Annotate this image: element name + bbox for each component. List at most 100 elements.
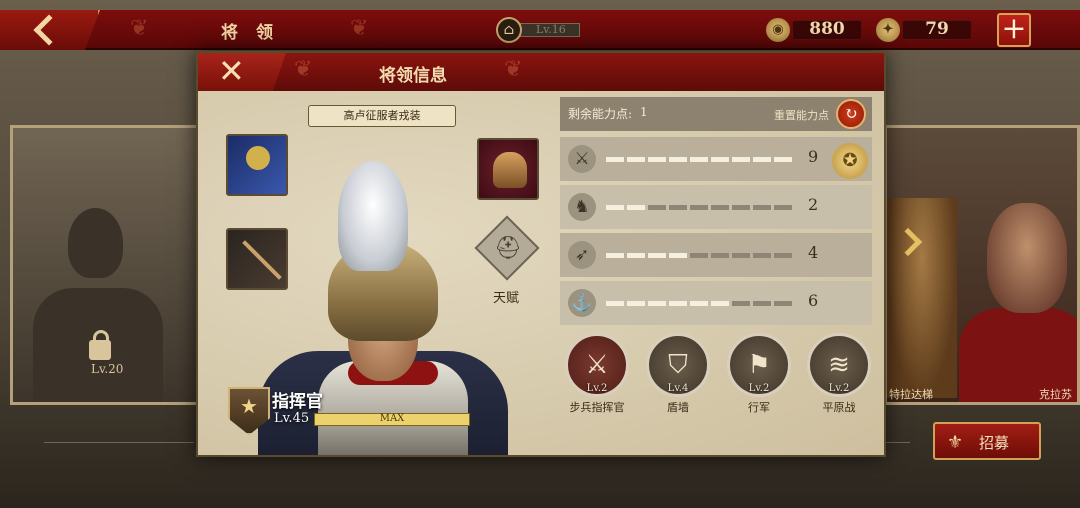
general-level: Lv.45 (274, 411, 310, 426)
close-icon: ✕ (218, 52, 245, 90)
general-name: 克拉苏 (1039, 388, 1072, 401)
skill-button[interactable]: ≋ Lv.2 平原战 (806, 333, 872, 415)
anchor-icon: ⚓ (568, 289, 596, 317)
stat-segment (753, 157, 771, 162)
talent-label: 天赋 (493, 291, 520, 306)
reset-points-button[interactable]: ↻ (836, 99, 866, 129)
recruit-button[interactable]: ⚜ 招募 (933, 422, 1041, 460)
skill-glyph: ≋ (828, 350, 850, 380)
star-medal-icon: ✪ (832, 143, 868, 179)
stat-segment (690, 301, 708, 306)
refresh-icon: ↻ (844, 104, 858, 123)
general-card-right[interactable]: 特拉达梯 克拉苏 (884, 125, 1080, 405)
stat-segment (606, 157, 624, 162)
stat-segment (627, 301, 645, 306)
skill-level: Lv.4 (667, 383, 689, 394)
banner-equipment-slot[interactable] (226, 134, 288, 196)
player-level-badge: Lv.16 ⌂ (496, 17, 586, 43)
stat-value: 2 (808, 195, 819, 214)
stat-segment (774, 205, 792, 210)
experience-label: MAX (379, 413, 405, 424)
laurel-icon: ❦ (130, 16, 149, 41)
stat-segment (774, 301, 792, 306)
general-info-dialog: ✕ ❦ 将领信息 ❦ 高卢征服者戎装 ⛑ 天赋 ★ 指挥官 Lv.45 MAX … (196, 51, 886, 457)
stat-row[interactable]: ⚓ 6 (560, 281, 872, 325)
stat-segment (774, 253, 792, 258)
laurel-icon: ❦ (350, 16, 369, 41)
helmet-icon: ⛑ (494, 236, 522, 261)
stat-segment (669, 205, 687, 210)
locked-level: Lv.20 (91, 362, 124, 376)
skill-button[interactable]: ⚔ Lv.2 步兵指挥官 (564, 333, 630, 415)
stat-segment (627, 253, 645, 258)
dialog-header: ✕ ❦ 将领信息 ❦ (198, 53, 884, 91)
stat-segment (732, 205, 750, 210)
helmet-equipment-slot[interactable] (477, 138, 539, 200)
game-screen: ❦ 将 领 ❦ Lv.16 ⌂ 880 ◉ 79 ✦ + Lv.20 特拉达梯 … (0, 0, 1080, 508)
stat-row[interactable]: ⚔ 9 (560, 137, 872, 181)
back-button[interactable] (0, 10, 100, 50)
recruit-label: 招募 (979, 434, 1010, 452)
points-value: 1 (640, 105, 648, 119)
stat-segment (627, 157, 645, 162)
stat-row[interactable]: ♞ 2 (560, 185, 872, 229)
stat-segment (711, 301, 729, 306)
page-title: 将 领 (221, 23, 279, 43)
stat-row[interactable]: ➶ 4 (560, 233, 872, 277)
spear-equipment-slot[interactable] (226, 228, 288, 290)
close-button[interactable]: ✕ (198, 53, 286, 91)
stat-segment (606, 205, 624, 210)
stat-segment (648, 253, 666, 258)
token-count: 79 (925, 19, 949, 39)
stat-segment (648, 301, 666, 306)
locked-general-card[interactable]: Lv.20 (10, 125, 200, 405)
star-icon: ★ (240, 394, 258, 418)
bow-icon: ➶ (568, 241, 596, 269)
laurel-icon: ❦ (294, 57, 313, 82)
skill-button[interactable]: ⛉ Lv.4 盾墙 (645, 333, 711, 415)
stat-value: 6 (808, 291, 819, 310)
skill-name: 步兵指挥官 (569, 401, 625, 414)
stat-value: 9 (808, 147, 819, 166)
chevron-left-icon (33, 14, 65, 46)
stat-segment (711, 253, 729, 258)
outfit-name[interactable]: 高卢征服者戎装 (308, 105, 456, 127)
divider (886, 442, 910, 443)
stat-segment (732, 253, 750, 258)
temple-icon: ⌂ (496, 17, 522, 43)
stat-segment (669, 157, 687, 162)
skill-name: 盾墙 (667, 401, 689, 414)
stat-value: 4 (808, 243, 819, 262)
coin-icon: ◉ (766, 18, 790, 42)
stat-segment (732, 301, 750, 306)
stat-segment (606, 253, 624, 258)
stat-segment (690, 157, 708, 162)
skill-glyph: ⚔ (585, 350, 609, 380)
skill-level: Lv.2 (748, 383, 770, 394)
skill-button[interactable]: ⚑ Lv.2 行军 (726, 333, 792, 415)
reset-label: 重置能力点 (774, 109, 829, 122)
add-resource-button[interactable]: + (997, 13, 1031, 47)
stat-segment (627, 205, 645, 210)
dialog-body: 高卢征服者戎装 ⛑ 天赋 ★ 指挥官 Lv.45 MAX 剩余能力点: 1 重置… (198, 91, 884, 455)
sword-icon: ⚔ (568, 145, 596, 173)
skill-level: Lv.2 (586, 383, 608, 394)
stat-segment (732, 157, 750, 162)
stat-segment (753, 205, 771, 210)
stat-segment (690, 205, 708, 210)
experience-bar: MAX (314, 413, 470, 426)
silhouette-head (68, 208, 123, 278)
helmet-plume (338, 161, 408, 271)
stat-segment (606, 301, 624, 306)
eagle-token-icon: ✦ (876, 18, 900, 42)
general-rank: 指挥官 (272, 392, 323, 412)
ability-points-header: 剩余能力点: 1 重置能力点 ↻ (560, 97, 872, 131)
skill-level: Lv.2 (828, 383, 850, 394)
divider (44, 442, 194, 443)
points-label: 剩余能力点: (568, 107, 633, 121)
stat-segment (753, 301, 771, 306)
player-level: Lv.16 (536, 23, 566, 36)
stat-segment (648, 205, 666, 210)
stat-segment (690, 253, 708, 258)
skill-glyph: ⚑ (747, 350, 771, 380)
